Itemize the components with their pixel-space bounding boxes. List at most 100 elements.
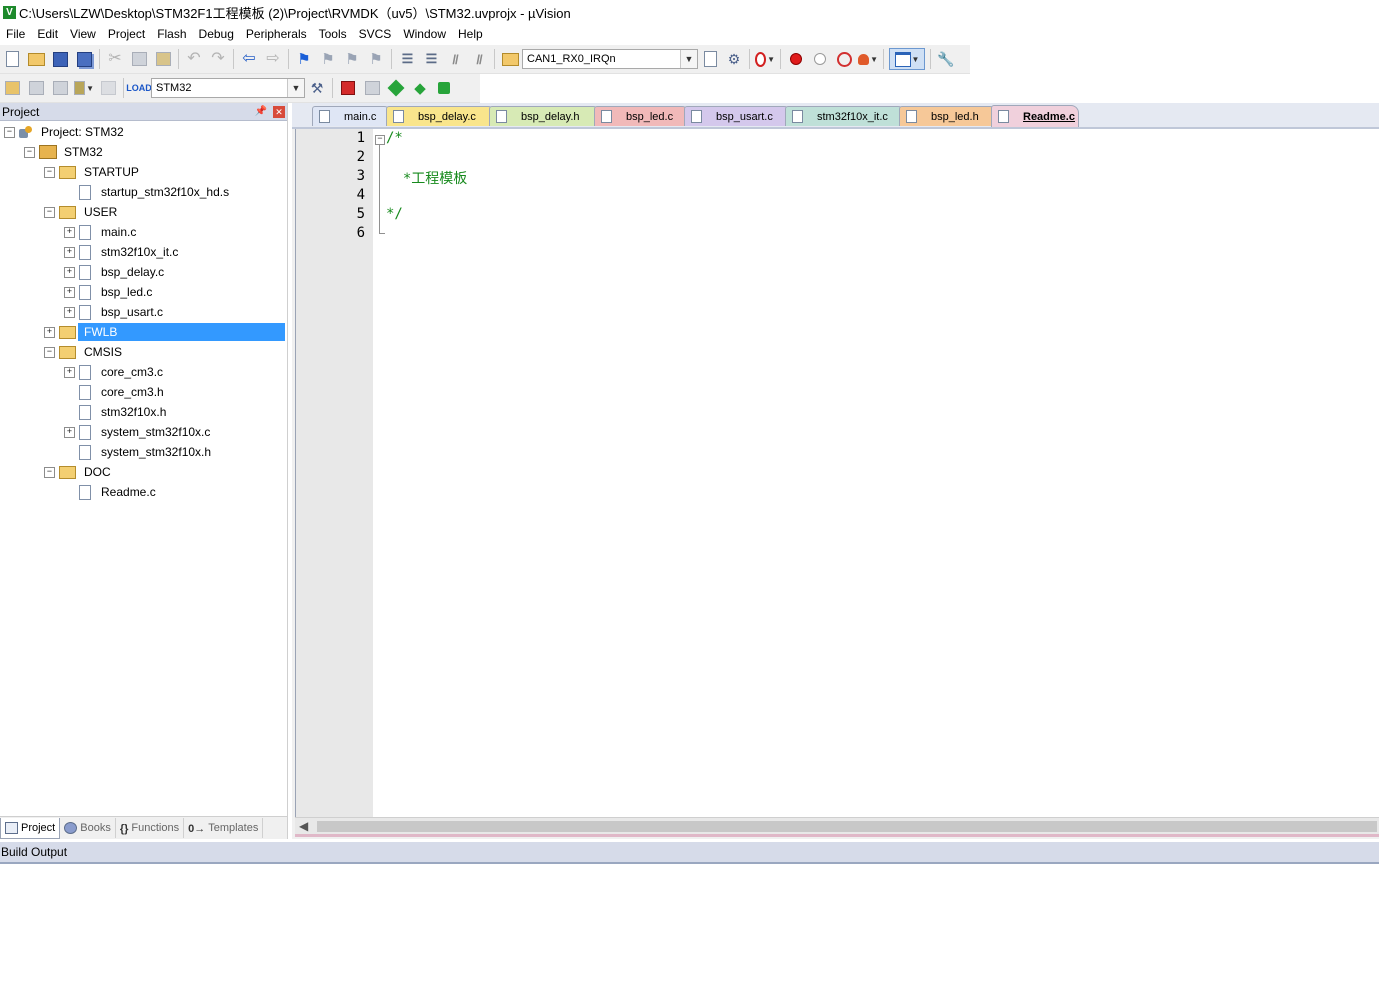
tree-item[interactable]: − STARTUP <box>44 162 141 182</box>
tree-item[interactable]: stm32f10x.h <box>64 402 168 422</box>
menu-project[interactable]: Project <box>102 27 151 41</box>
expand-icon[interactable]: + <box>44 326 55 338</box>
code-editor[interactable]: 1 2 3 4 5 6 − /* *工程模板 */ <box>295 129 1379 817</box>
horizontal-scrollbar[interactable]: ◀ <box>295 817 1379 835</box>
pack-installer-button[interactable] <box>434 78 454 98</box>
expand-icon[interactable]: + <box>64 306 75 318</box>
pin-icon[interactable]: 📌 <box>255 106 267 117</box>
menu-file[interactable]: File <box>0 27 31 41</box>
file-extensions-button[interactable] <box>362 78 382 98</box>
tree-item[interactable]: − DOC <box>44 462 113 482</box>
chevron-down-icon[interactable]: ▼ <box>287 79 304 97</box>
expand-icon[interactable]: + <box>64 246 75 258</box>
editor-tab[interactable]: main.c <box>312 106 392 126</box>
copy-button[interactable] <box>129 49 149 69</box>
find-button[interactable] <box>700 49 720 69</box>
translate-button[interactable] <box>2 78 22 98</box>
download-button[interactable]: LOAD <box>126 78 152 98</box>
menu-svcs[interactable]: SVCS <box>353 27 398 41</box>
stop-build-button[interactable] <box>98 78 118 98</box>
editor-tab[interactable]: Readme.c <box>991 105 1079 127</box>
new-file-button[interactable] <box>2 49 22 69</box>
menu-window[interactable]: Window <box>397 27 452 41</box>
clear-bookmarks-button[interactable]: ⚑ <box>366 49 386 69</box>
tree-item[interactable]: − USER <box>44 202 119 222</box>
manage-project-items-button[interactable] <box>338 78 358 98</box>
tree-item[interactable]: − CMSIS <box>44 342 124 362</box>
run-time-environment-button[interactable] <box>386 78 406 98</box>
fold-collapse-icon[interactable]: − <box>375 135 385 145</box>
collapse-icon[interactable]: − <box>4 126 15 138</box>
collapse-icon[interactable]: − <box>44 466 55 478</box>
rebuild-button[interactable] <box>50 78 70 98</box>
scroll-left-icon[interactable]: ◀ <box>299 819 308 833</box>
tree-item[interactable]: − STM32 <box>24 142 105 162</box>
tree-item[interactable]: startup_stm32f10x_hd.s <box>64 182 231 202</box>
cut-button[interactable]: ✂ <box>105 49 125 69</box>
previous-bookmark-button[interactable]: ⚑ <box>318 49 338 69</box>
editor-tab[interactable]: bsp_usart.c <box>684 106 792 126</box>
next-bookmark-button[interactable]: ⚑ <box>342 49 362 69</box>
menu-flash[interactable]: Flash <box>151 27 192 41</box>
menu-tools[interactable]: Tools <box>313 27 353 41</box>
collapse-icon[interactable]: − <box>24 146 35 158</box>
editor-tab[interactable]: stm32f10x_it.c <box>785 106 906 126</box>
editor-tab[interactable]: bsp_led.c <box>594 106 690 126</box>
tree-item[interactable]: Readme.c <box>64 482 158 502</box>
comment-button[interactable]: // <box>445 49 465 69</box>
menu-peripherals[interactable]: Peripherals <box>240 27 313 41</box>
editor-tab[interactable]: bsp_delay.h <box>489 106 601 126</box>
tree-item[interactable]: + system_stm32f10x.c <box>64 422 212 442</box>
collapse-icon[interactable]: − <box>44 206 55 218</box>
tree-item[interactable]: + bsp_usart.c <box>64 302 165 322</box>
tree-item[interactable]: + main.c <box>64 222 138 242</box>
select-packs-button[interactable]: ◆ <box>410 78 430 98</box>
tab-functions[interactable]: {} Functions <box>116 818 185 838</box>
menu-view[interactable]: View <box>64 27 102 41</box>
target-options-button[interactable]: ⚒ <box>307 78 327 98</box>
expand-icon[interactable]: + <box>64 226 75 238</box>
close-icon[interactable]: ✕ <box>273 105 285 118</box>
undo-button[interactable]: ↶ <box>184 49 204 69</box>
incremental-find-button[interactable]: ⚙ <box>724 49 744 69</box>
insert-bookmark-button[interactable]: ⚑ <box>294 49 314 69</box>
editor-tab[interactable]: bsp_led.h <box>899 106 998 126</box>
uncomment-button[interactable]: // <box>469 49 489 69</box>
redo-button[interactable]: ↷ <box>208 49 228 69</box>
collapse-icon[interactable]: − <box>44 346 55 358</box>
configure-button[interactable]: 🔧 <box>936 49 956 69</box>
editor-tab[interactable]: bsp_delay.c <box>386 106 496 126</box>
expand-icon[interactable]: + <box>64 266 75 278</box>
target-combo[interactable]: STM32 ▼ <box>151 78 305 98</box>
navigate-forward-button[interactable]: ⇨ <box>263 49 283 69</box>
tree-item[interactable]: + bsp_delay.c <box>64 262 166 282</box>
save-button[interactable] <box>50 49 70 69</box>
open-file-button[interactable] <box>26 49 46 69</box>
build-button[interactable] <box>26 78 46 98</box>
menu-debug[interactable]: Debug <box>193 27 240 41</box>
indent-button[interactable]: ☰ <box>397 49 417 69</box>
unindent-button[interactable]: ☰ <box>421 49 441 69</box>
navigate-back-button[interactable]: ⇦ <box>239 49 259 69</box>
expand-icon[interactable]: + <box>64 426 75 438</box>
tree-item[interactable]: + core_cm3.c <box>64 362 165 382</box>
batch-build-button[interactable]: ▼ <box>74 78 94 98</box>
kill-all-breakpoints-button[interactable]: ▼ <box>858 49 878 69</box>
save-all-button[interactable] <box>74 49 94 69</box>
tree-item[interactable]: + FWLB <box>44 322 120 342</box>
window-layout-button[interactable]: ▼ <box>889 48 925 70</box>
tree-item[interactable]: − Project: STM32 <box>4 122 126 142</box>
tree-item[interactable]: core_cm3.h <box>64 382 166 402</box>
tree-item[interactable]: + stm32f10x_it.c <box>64 242 180 262</box>
tree-item[interactable]: system_stm32f10x.h <box>64 442 213 462</box>
debug-session-button[interactable]: ▼ <box>755 49 775 69</box>
menu-help[interactable]: Help <box>452 27 489 41</box>
collapse-icon[interactable]: − <box>44 166 55 178</box>
tab-project[interactable]: Project <box>0 817 61 839</box>
chevron-down-icon[interactable]: ▼ <box>680 50 697 68</box>
expand-icon[interactable]: + <box>64 286 75 298</box>
tree-item[interactable]: + bsp_led.c <box>64 282 154 302</box>
tab-templates[interactable]: 0→ Templates <box>184 818 264 838</box>
expand-icon[interactable]: + <box>64 366 75 378</box>
menu-edit[interactable]: Edit <box>31 27 64 41</box>
